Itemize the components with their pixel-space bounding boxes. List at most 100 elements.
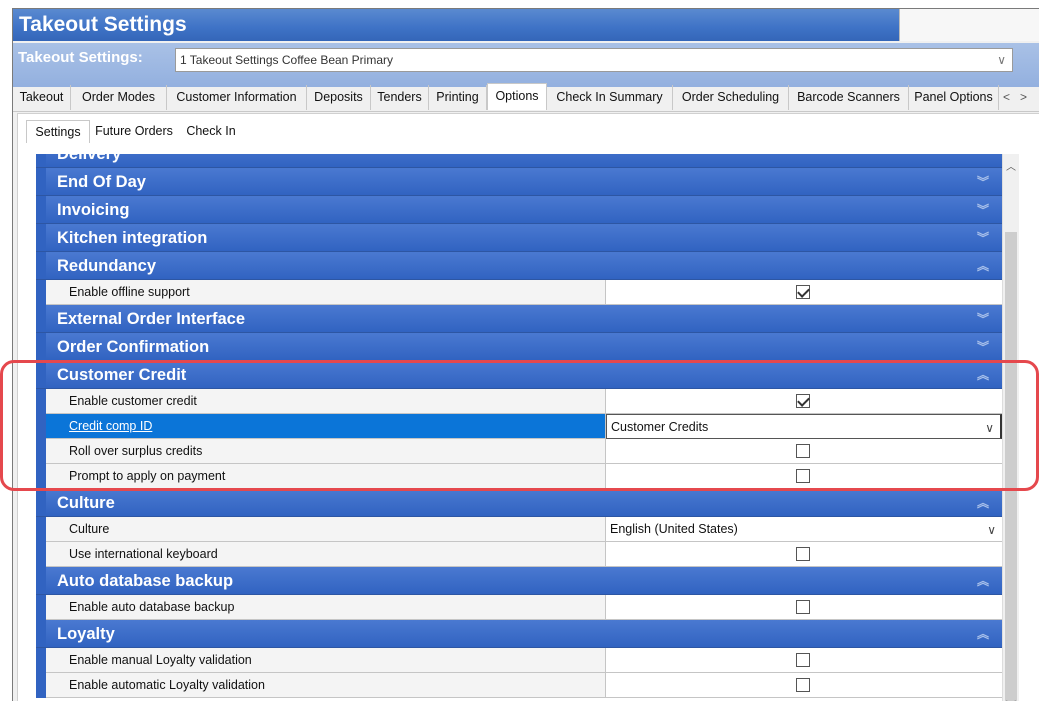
double-chevron-up-icon[interactable]: ︽ bbox=[976, 252, 990, 280]
vertical-scrollbar[interactable]: ︿ ﹀ bbox=[1002, 154, 1019, 701]
category-invoicing[interactable]: Invoicing ︾ bbox=[36, 196, 1002, 224]
property-row[interactable]: Roll over surplus credits bbox=[36, 439, 1002, 464]
property-row[interactable]: Enable auto database backup bbox=[36, 595, 1002, 620]
row-indent-strip bbox=[36, 280, 46, 305]
tab-tenders[interactable]: Tenders bbox=[371, 85, 429, 110]
category-delivery[interactable]: Delivery ︾ bbox=[36, 154, 1002, 168]
property-value[interactable] bbox=[606, 673, 1002, 698]
double-chevron-up-icon[interactable]: ︽ bbox=[976, 620, 990, 648]
chevron-up-icon[interactable]: ︿ bbox=[1003, 158, 1019, 173]
property-name[interactable]: Culture bbox=[46, 517, 606, 542]
property-name[interactable]: Enable auto database backup bbox=[46, 595, 606, 620]
tab-order-modes[interactable]: Order Modes bbox=[71, 85, 167, 110]
property-value[interactable] bbox=[606, 280, 1002, 305]
property-name[interactable]: Prompt to apply on payment bbox=[46, 464, 606, 489]
property-label: Roll over surplus credits bbox=[69, 444, 203, 458]
tab-customer-information[interactable]: Customer Information bbox=[167, 85, 307, 110]
checked-checkbox[interactable] bbox=[796, 285, 810, 299]
selector-label: Takeout Settings: bbox=[18, 49, 143, 66]
unchecked-checkbox[interactable] bbox=[796, 547, 810, 561]
unchecked-checkbox[interactable] bbox=[796, 678, 810, 692]
category-external-order-interface[interactable]: External Order Interface ︾ bbox=[36, 305, 1002, 333]
category-label: Customer Credit bbox=[57, 366, 187, 384]
category-label: End Of Day bbox=[57, 173, 146, 191]
checked-checkbox[interactable] bbox=[796, 394, 810, 408]
chevron-left-icon[interactable]: < bbox=[1003, 90, 1010, 104]
property-name[interactable]: Enable manual Loyalty validation bbox=[46, 648, 606, 673]
category-label: Invoicing bbox=[57, 201, 130, 219]
property-name[interactable]: Use international keyboard bbox=[46, 542, 606, 567]
property-label: Enable customer credit bbox=[69, 394, 197, 408]
property-name[interactable]: Enable offline support bbox=[46, 280, 606, 305]
category-label: Loyalty bbox=[57, 625, 115, 643]
tab-printing[interactable]: Printing bbox=[429, 85, 487, 110]
property-dropdown[interactable]: Customer Credits ∨ bbox=[606, 414, 1002, 439]
unchecked-checkbox[interactable] bbox=[796, 600, 810, 614]
property-row[interactable]: Enable automatic Loyalty validation bbox=[36, 673, 1002, 698]
unchecked-checkbox[interactable] bbox=[796, 444, 810, 458]
chevron-right-icon[interactable]: > bbox=[1020, 90, 1027, 104]
property-value[interactable] bbox=[606, 595, 1002, 620]
double-chevron-down-icon[interactable]: ︾ bbox=[976, 168, 990, 196]
property-row[interactable]: Use international keyboard bbox=[36, 542, 1002, 567]
category-redundancy[interactable]: Redundancy ︽ bbox=[36, 252, 1002, 280]
double-chevron-down-icon[interactable]: ︾ bbox=[976, 224, 990, 252]
property-name[interactable]: Enable customer credit bbox=[46, 389, 606, 414]
property-value[interactable] bbox=[606, 542, 1002, 567]
double-chevron-up-icon[interactable]: ︽ bbox=[976, 489, 990, 517]
tab-takeout[interactable]: Takeout bbox=[13, 85, 71, 110]
property-row[interactable]: Enable customer credit bbox=[36, 389, 1002, 414]
double-chevron-up-icon[interactable]: ︽ bbox=[976, 567, 990, 595]
tab-options[interactable]: Options bbox=[487, 83, 547, 110]
unchecked-checkbox[interactable] bbox=[796, 469, 810, 483]
title-right-area bbox=[899, 9, 1039, 41]
takeout-settings-window: Takeout Settings Takeout Settings: 1 Tak… bbox=[12, 8, 1039, 701]
property-value[interactable] bbox=[606, 439, 1002, 464]
property-name[interactable]: Enable automatic Loyalty validation bbox=[46, 673, 606, 698]
property-value[interactable] bbox=[606, 648, 1002, 673]
property-value[interactable] bbox=[606, 464, 1002, 489]
property-value[interactable] bbox=[606, 389, 1002, 414]
chevron-down-icon[interactable]: ﹀ bbox=[1003, 697, 1019, 701]
property-row[interactable]: Enable manual Loyalty validation bbox=[36, 648, 1002, 673]
double-chevron-down-icon[interactable]: ︾ bbox=[976, 154, 990, 168]
category-auto-database-backup[interactable]: Auto database backup ︽ bbox=[36, 567, 1002, 595]
chevron-down-icon[interactable]: ∨ bbox=[987, 518, 996, 543]
category-strip bbox=[36, 620, 46, 647]
double-chevron-down-icon[interactable]: ︾ bbox=[976, 333, 990, 361]
tab-deposits[interactable]: Deposits bbox=[307, 85, 371, 110]
settings-selector-combo[interactable]: 1 Takeout Settings Coffee Bean Primary ∨ bbox=[175, 48, 1013, 72]
tab-order-scheduling[interactable]: Order Scheduling bbox=[673, 85, 789, 110]
property-dropdown[interactable]: English (United States) ∨ bbox=[606, 517, 1002, 542]
property-row[interactable]: Prompt to apply on payment bbox=[36, 464, 1002, 489]
chevron-down-icon[interactable]: ∨ bbox=[985, 416, 994, 441]
category-strip bbox=[36, 154, 46, 167]
category-customer-credit[interactable]: Customer Credit ︽ bbox=[36, 361, 1002, 389]
scrollbar-thumb[interactable] bbox=[1005, 232, 1017, 701]
subtab-future-orders[interactable]: Future Orders bbox=[88, 120, 180, 142]
subtab-settings[interactable]: Settings bbox=[26, 120, 90, 143]
tab-panel-options[interactable]: Panel Options bbox=[909, 85, 999, 110]
property-name[interactable]: Roll over surplus credits bbox=[46, 439, 606, 464]
subtab-check-in[interactable]: Check In bbox=[180, 120, 242, 142]
property-name[interactable]: Credit comp ID bbox=[46, 414, 606, 439]
property-label: Use international keyboard bbox=[69, 547, 218, 561]
double-chevron-up-icon[interactable]: ︽ bbox=[976, 361, 990, 389]
tab-barcode-scanners[interactable]: Barcode Scanners bbox=[789, 85, 909, 110]
category-order-confirmation[interactable]: Order Confirmation ︾ bbox=[36, 333, 1002, 361]
tab-scroll-arrows[interactable]: < > bbox=[1003, 85, 1027, 110]
category-kitchen-integration[interactable]: Kitchen integration ︾ bbox=[36, 224, 1002, 252]
category-strip bbox=[36, 361, 46, 388]
category-end-of-day[interactable]: End Of Day ︾ bbox=[36, 168, 1002, 196]
property-row[interactable]: Enable offline support bbox=[36, 280, 1002, 305]
tab-check-in-summary[interactable]: Check In Summary bbox=[547, 85, 673, 110]
property-row[interactable]: Culture English (United States) ∨ bbox=[36, 517, 1002, 542]
unchecked-checkbox[interactable] bbox=[796, 653, 810, 667]
category-loyalty[interactable]: Loyalty ︽ bbox=[36, 620, 1002, 648]
property-row[interactable]: Credit comp ID Customer Credits ∨ bbox=[36, 414, 1002, 439]
double-chevron-down-icon[interactable]: ︾ bbox=[976, 305, 990, 333]
property-grid: Delivery ︾ End Of Day ︾ Invoicing ︾ Kitchen in… bbox=[36, 154, 1002, 701]
double-chevron-down-icon[interactable]: ︾ bbox=[976, 196, 990, 224]
category-culture[interactable]: Culture ︽ bbox=[36, 489, 1002, 517]
row-indent-strip bbox=[36, 389, 46, 414]
